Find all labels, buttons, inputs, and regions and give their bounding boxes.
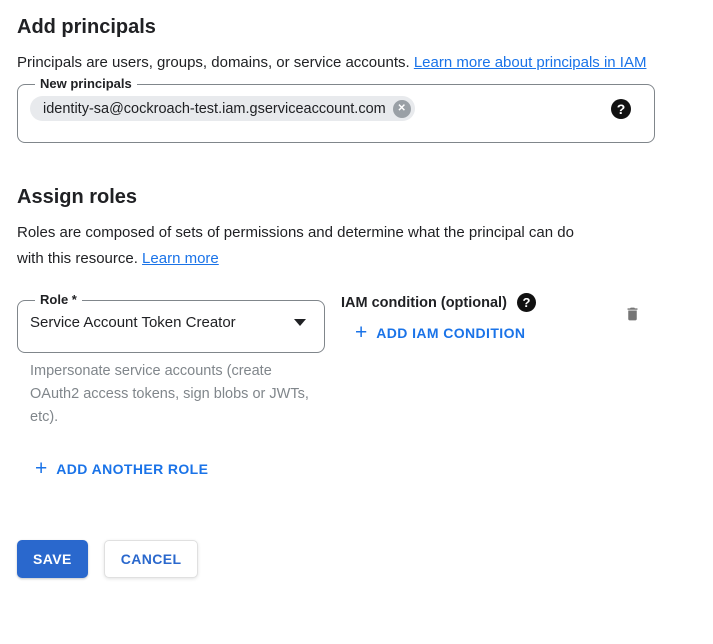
add-principals-panel: Add principals Principals are users, gro… xyxy=(0,15,713,578)
role-helper-text: Impersonate service accounts (create OAu… xyxy=(30,360,322,429)
save-button[interactable]: SAVE xyxy=(17,540,88,578)
iam-condition-help-icon[interactable]: ? xyxy=(517,293,536,312)
plus-icon: + xyxy=(355,324,367,342)
principals-description: Principals are users, groups, domains, o… xyxy=(17,50,657,76)
add-another-role-button[interactable]: + ADD ANOTHER ROLE xyxy=(35,460,208,478)
learn-more-roles-link[interactable]: Learn more xyxy=(142,250,219,267)
principals-description-text: Principals are users, groups, domains, o… xyxy=(17,54,414,71)
cancel-button[interactable]: CANCEL xyxy=(104,540,199,578)
add-another-role-label: ADD ANOTHER ROLE xyxy=(56,461,208,477)
iam-condition-label-row: IAM condition (optional) ? xyxy=(341,293,536,312)
dropdown-arrow-icon xyxy=(294,319,306,326)
roles-description: Roles are composed of sets of permission… xyxy=(17,220,603,272)
role-value-row: Service Account Token Creator xyxy=(30,312,312,331)
role-label: Role * xyxy=(35,292,82,308)
delete-role-button[interactable] xyxy=(624,304,641,324)
new-principals-field[interactable]: New principals identity-sa@cockroach-tes… xyxy=(17,76,655,143)
learn-more-principals-link[interactable]: Learn more about principals in IAM xyxy=(414,54,647,71)
new-principals-label: New principals xyxy=(35,76,137,92)
roles-description-text: Roles are composed of sets of permission… xyxy=(17,224,574,267)
assign-roles-title: Assign roles xyxy=(17,185,713,209)
add-iam-condition-button[interactable]: + ADD IAM CONDITION xyxy=(355,324,525,342)
role-selected-value: Service Account Token Creator xyxy=(30,314,236,331)
iam-condition-column: IAM condition (optional) ? + ADD IAM COND… xyxy=(341,292,536,344)
page-title: Add principals xyxy=(17,15,713,39)
chip-close-icon[interactable]: ✕ xyxy=(393,100,411,118)
role-row: Role * Service Account Token Creator Imp… xyxy=(17,292,666,429)
delete-icon xyxy=(624,304,641,324)
new-principals-row: identity-sa@cockroach-test.iam.gservicea… xyxy=(30,96,642,121)
add-iam-condition-label: ADD IAM CONDITION xyxy=(376,325,525,341)
iam-condition-label: IAM condition (optional) xyxy=(341,295,507,311)
role-select[interactable]: Role * Service Account Token Creator xyxy=(17,292,325,353)
new-principals-help-icon[interactable]: ? xyxy=(611,99,631,119)
principal-chip-label: identity-sa@cockroach-test.iam.gservicea… xyxy=(43,101,386,117)
action-buttons: SAVE CANCEL xyxy=(17,540,713,578)
plus-icon: + xyxy=(35,460,47,478)
principal-chip[interactable]: identity-sa@cockroach-test.iam.gservicea… xyxy=(30,96,415,121)
role-column: Role * Service Account Token Creator Imp… xyxy=(17,292,325,429)
